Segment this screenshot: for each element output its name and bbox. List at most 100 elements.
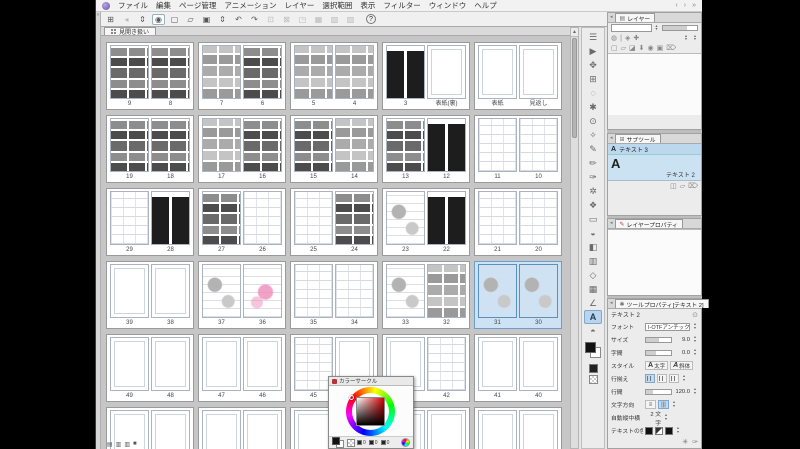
page-spread[interactable]: 39 38 bbox=[106, 261, 194, 329]
page-thumbnail[interactable] bbox=[478, 264, 517, 318]
thumbnail-view-icon[interactable]: ⊞ bbox=[104, 14, 117, 25]
font-dropdown[interactable]: I-OTFアンチックStd B bbox=[645, 322, 690, 331]
duplicate-layer-icon[interactable]: ◪ bbox=[629, 44, 636, 52]
stepper-icon[interactable]: ▲ ▼ bbox=[675, 426, 681, 433]
tab-layer[interactable]: ▤ レイヤー bbox=[614, 13, 656, 23]
stepper-icon[interactable]: ▲ ▼ bbox=[681, 374, 687, 381]
menu-item-8[interactable]: ウィンドウ bbox=[429, 0, 467, 11]
panel-collapse-right-icon[interactable]: › bbox=[684, 2, 686, 9]
property-slider[interactable] bbox=[645, 336, 672, 343]
stepper-icon[interactable]: ▲ ▼ bbox=[671, 400, 677, 407]
stepper-icon[interactable]: ▲ ▼ bbox=[692, 348, 698, 355]
page-thumbnail[interactable] bbox=[294, 118, 333, 172]
page-spread[interactable]: 11 10 bbox=[474, 115, 562, 183]
page-thumbnail[interactable] bbox=[294, 191, 333, 245]
stepper-icon[interactable]: ▲ ▼ bbox=[692, 322, 698, 329]
page-thumbnail[interactable] bbox=[110, 45, 149, 99]
tab-subtool[interactable]: ⊞ サブツール bbox=[614, 134, 661, 144]
align-bottom-button[interactable] bbox=[669, 374, 679, 383]
reset-brush-icon[interactable]: ✑ bbox=[692, 438, 698, 446]
footer-spread-icon[interactable]: ▥ bbox=[116, 441, 122, 448]
page-thumbnail[interactable] bbox=[386, 118, 425, 172]
page-thumbnail[interactable] bbox=[151, 45, 190, 99]
page-spread[interactable]: 17 16 bbox=[198, 115, 286, 183]
page-thumbnail[interactable] bbox=[478, 45, 517, 99]
operation-tool[interactable]: ▶ bbox=[584, 44, 602, 58]
help-icon[interactable]: ? bbox=[366, 14, 376, 24]
crop-icon[interactable]: ◳ bbox=[296, 14, 309, 25]
page-spread[interactable] bbox=[198, 407, 286, 449]
property-slider[interactable] bbox=[645, 349, 672, 356]
delete-subtool-icon[interactable]: ⌦ bbox=[688, 182, 698, 190]
text-color-chip[interactable] bbox=[645, 426, 653, 435]
page-manager-tab[interactable]: 見開き扱い bbox=[104, 27, 157, 36]
page-thumbnail[interactable] bbox=[151, 191, 190, 245]
saturation-value-box[interactable] bbox=[356, 397, 385, 426]
page-spread[interactable]: 35 34 bbox=[290, 261, 378, 329]
settings-gear-icon[interactable]: ✳ bbox=[682, 438, 688, 446]
sub-color-swatch[interactable] bbox=[588, 364, 598, 373]
tab-tool-property[interactable]: ✱ ツールプロパティ[テキスト 2] bbox=[614, 299, 709, 309]
menu-item-6[interactable]: 表示 bbox=[360, 0, 375, 11]
footer-list-icon[interactable]: ▥ bbox=[124, 441, 130, 448]
stepper-icon[interactable]: ▲ ▼ bbox=[683, 34, 689, 41]
bold-toggle-button[interactable]: A 太字 bbox=[645, 361, 669, 370]
undo-icon[interactable]: ↶ bbox=[232, 14, 245, 25]
menu-item-5[interactable]: 選択範囲 bbox=[322, 0, 352, 11]
page-thumbnail[interactable] bbox=[427, 410, 466, 449]
brush-tool[interactable]: ✑ bbox=[584, 170, 602, 184]
frame-border-tool[interactable]: ▦ bbox=[584, 282, 602, 296]
stepper-icon[interactable]: ▲ ▼ bbox=[692, 34, 698, 41]
opacity-slider[interactable] bbox=[661, 25, 698, 31]
selection-tool[interactable]: ◌ bbox=[584, 86, 602, 100]
page-thumbnail[interactable] bbox=[151, 264, 190, 318]
page-spread[interactable]: 47 46 bbox=[198, 334, 286, 402]
lock-icon[interactable]: ◈ bbox=[625, 34, 630, 42]
italic-toggle-button[interactable]: A 斜体 bbox=[670, 361, 694, 370]
page-spread[interactable]: 3 表紙(裏) bbox=[382, 42, 470, 110]
page-spread[interactable]: 19 18 bbox=[106, 115, 194, 183]
foreground-color-swatch[interactable] bbox=[332, 437, 340, 445]
page-thumbnail[interactable] bbox=[478, 118, 517, 172]
page-thumbnail[interactable] bbox=[519, 45, 558, 99]
merge-down-icon[interactable]: ⬇ bbox=[639, 44, 645, 52]
align-center-button[interactable] bbox=[657, 374, 667, 383]
open-file-icon[interactable]: ▱ bbox=[184, 14, 197, 25]
fg-bg-swatches[interactable] bbox=[332, 437, 345, 448]
text-tool[interactable]: A bbox=[584, 310, 602, 324]
page-thumbnail[interactable] bbox=[386, 264, 425, 318]
layer-list[interactable] bbox=[608, 53, 701, 115]
collapse-icon[interactable]: ◂ bbox=[610, 219, 613, 228]
new-file-icon[interactable]: ▢ bbox=[168, 14, 181, 25]
page-thumbnail[interactable] bbox=[151, 118, 190, 172]
redo-icon[interactable]: ↷ bbox=[248, 14, 261, 25]
tab-layer-property[interactable]: ✎ レイヤープロパティ bbox=[614, 219, 683, 229]
page-spread[interactable]: 15 14 bbox=[290, 115, 378, 183]
subtool-item-text3[interactable]: A テキスト 3 bbox=[608, 144, 701, 155]
collapse-icon[interactable]: ◂ bbox=[610, 13, 613, 22]
figure-tool[interactable]: ◇ bbox=[584, 268, 602, 282]
collapse-icon[interactable]: ◂ bbox=[610, 134, 613, 143]
blend-mode-dropdown[interactable] bbox=[611, 24, 652, 32]
page-thumbnail[interactable] bbox=[202, 410, 241, 449]
page-thumbnail[interactable] bbox=[519, 191, 558, 245]
page-spread[interactable] bbox=[474, 407, 562, 449]
page-spread[interactable]: 33 32 bbox=[382, 261, 470, 329]
page-spread[interactable]: 21 20 bbox=[474, 188, 562, 256]
balloon-tool[interactable]: ◓ bbox=[584, 324, 602, 338]
page-thumbnail[interactable] bbox=[151, 410, 190, 449]
deselect-icon[interactable]: ⊡ bbox=[264, 14, 277, 25]
page-spread[interactable]: 98 bbox=[106, 42, 194, 110]
page-thumbnail[interactable] bbox=[478, 337, 517, 391]
footer-fill-icon[interactable]: ■ bbox=[133, 441, 137, 448]
gradient-tool[interactable]: ▥ bbox=[584, 254, 602, 268]
panel-collapse-left-icon[interactable]: ‹ bbox=[675, 2, 677, 9]
page-thumbnail[interactable] bbox=[478, 191, 517, 245]
footer-page-icon[interactable]: ▤ bbox=[107, 441, 113, 448]
page-thumbnail[interactable] bbox=[427, 264, 466, 318]
page-thumbnail[interactable] bbox=[519, 410, 558, 449]
page-spread[interactable]: 41 40 bbox=[474, 334, 562, 402]
save-icon[interactable]: ▣ bbox=[200, 14, 213, 25]
page-thumbnail[interactable] bbox=[110, 118, 149, 172]
clip-icon[interactable]: ✚ bbox=[633, 34, 639, 42]
